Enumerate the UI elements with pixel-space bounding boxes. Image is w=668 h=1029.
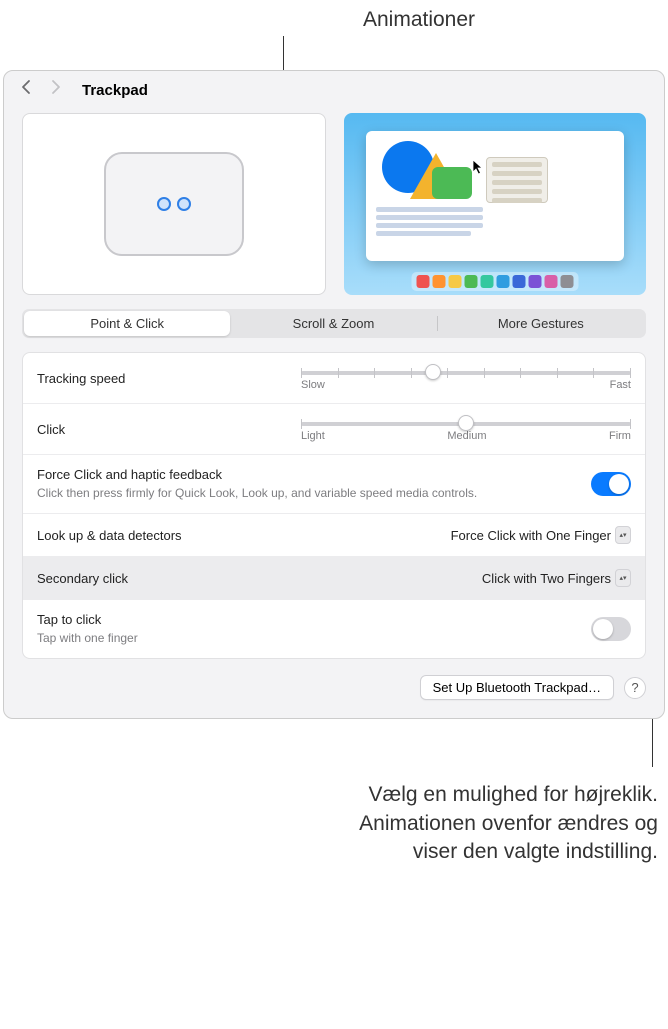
secondary-click-select[interactable]: Click with Two Fingers ▴▾ [482, 569, 631, 587]
force-click-row: Force Click and haptic feedback Click th… [23, 455, 645, 514]
lookup-value: Force Click with One Finger [451, 528, 611, 543]
tracking-speed-slider[interactable]: Slow Fast [301, 365, 631, 391]
secondary-click-label: Secondary click [37, 571, 128, 586]
callout-bottom: Vælg en mulighed for højreklik. Animatio… [0, 767, 668, 874]
click-row: Click Light Medium Firm [23, 404, 645, 455]
green-square-icon [432, 167, 472, 199]
trackpad-settings-window: Trackpad [3, 70, 665, 719]
click-label: Click [37, 422, 65, 437]
forward-icon[interactable] [44, 79, 66, 101]
cursor-icon [472, 159, 482, 173]
page-title: Trackpad [82, 82, 148, 99]
screen-preview-pane [344, 113, 646, 295]
lookup-select[interactable]: Force Click with One Finger ▴▾ [451, 526, 631, 544]
callout-bottom-line2: Animationen ovenfor ændres og [0, 810, 658, 838]
force-click-label: Force Click and haptic feedback [37, 467, 477, 482]
titlebar: Trackpad [4, 71, 664, 107]
footer: Set Up Bluetooth Trackpad… ? [4, 659, 664, 718]
slider-min-label: Light [301, 430, 325, 442]
tracking-speed-label: Tracking speed [37, 371, 125, 386]
tap-to-click-label: Tap to click [37, 612, 138, 627]
trackpad-shape [104, 152, 244, 256]
callout-top-label: Animationer [170, 0, 668, 36]
trackpad-animation-pane [22, 113, 326, 295]
chevron-updown-icon: ▴▾ [615, 569, 631, 587]
tab-more-gestures[interactable]: More Gestures [438, 311, 644, 336]
slider-max-label: Fast [610, 379, 631, 391]
app-window-mock [366, 131, 624, 261]
force-click-desc: Click then press firmly for Quick Look, … [37, 485, 477, 501]
dock-mock [412, 272, 579, 291]
tap-to-click-toggle[interactable] [591, 617, 631, 641]
slider-mid-label: Medium [447, 430, 486, 442]
finger-dot-icon [157, 197, 171, 211]
lookup-row: Look up & data detectors Force Click wit… [23, 514, 645, 557]
tab-scroll-zoom[interactable]: Scroll & Zoom [230, 311, 436, 336]
click-slider[interactable]: Light Medium Firm [301, 416, 631, 442]
tab-point-click[interactable]: Point & Click [24, 311, 230, 336]
callout-bottom-line3: viser den valgte indstilling. [0, 838, 658, 866]
settings-list: Tracking speed Slow Fast Click [22, 352, 646, 659]
finger-dot-icon [177, 197, 191, 211]
preview-row [4, 107, 664, 309]
callout-line [283, 36, 284, 70]
lookup-label: Look up & data detectors [37, 528, 182, 543]
back-icon[interactable] [16, 79, 38, 101]
force-click-toggle[interactable] [591, 472, 631, 496]
help-button[interactable]: ? [624, 677, 646, 699]
text-lines-mock [376, 207, 614, 236]
secondary-click-value: Click with Two Fingers [482, 571, 611, 586]
context-menu-mock [486, 157, 548, 203]
slider-max-label: Firm [609, 430, 631, 442]
secondary-click-row: Secondary click Click with Two Fingers ▴… [23, 557, 645, 600]
chevron-updown-icon: ▴▾ [615, 526, 631, 544]
tap-to-click-row: Tap to click Tap with one finger [23, 600, 645, 658]
tap-to-click-desc: Tap with one finger [37, 630, 138, 646]
tracking-speed-row: Tracking speed Slow Fast [23, 353, 645, 404]
bluetooth-trackpad-button[interactable]: Set Up Bluetooth Trackpad… [420, 675, 614, 700]
callout-line [652, 719, 653, 767]
slider-min-label: Slow [301, 379, 325, 391]
callout-bottom-line1: Vælg en mulighed for højreklik. [0, 781, 658, 809]
tab-control: Point & Click Scroll & Zoom More Gesture… [22, 309, 646, 338]
